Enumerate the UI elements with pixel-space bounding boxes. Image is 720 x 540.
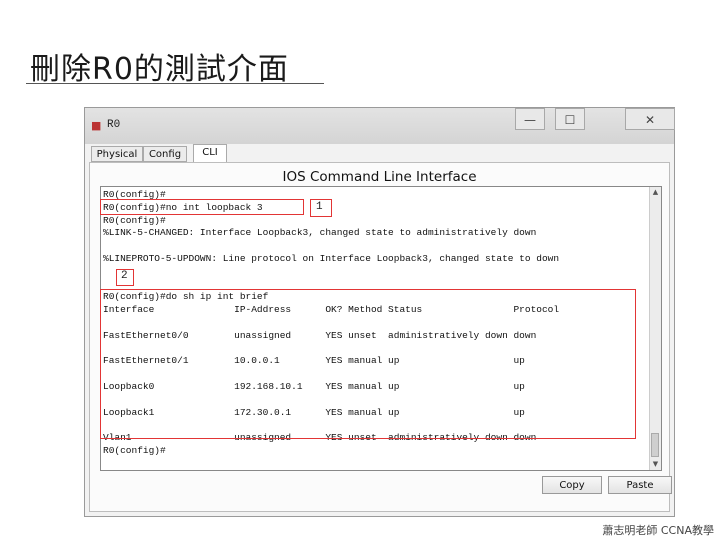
tab-physical[interactable]: Physical	[91, 146, 143, 162]
scroll-up-arrow-icon[interactable]: ▲	[650, 187, 661, 198]
paste-button[interactable]: Paste	[608, 476, 672, 494]
terminal-line: R0(config)#	[103, 445, 166, 456]
slide-title: 刪除R0的測試介面	[30, 52, 289, 87]
router-window: ■ R0 — ☐ ✕ Physical Config CLI IOS Comma…	[84, 107, 675, 517]
window-titlebar[interactable]: ■ R0 — ☐ ✕	[85, 108, 675, 144]
router-icon: ■	[91, 119, 102, 132]
maximize-button[interactable]: ☐	[555, 108, 585, 130]
terminal-line: %LINEPROTO-5-UPDOWN: Line protocol on In…	[103, 253, 560, 264]
panel-heading: IOS Command Line Interface	[282, 169, 477, 185]
title-underline	[26, 83, 324, 84]
scroll-thumb[interactable]	[651, 433, 659, 457]
cli-panel: IOS Command Line Interface R0(config)# R0…	[89, 162, 672, 512]
terminal-line: %LINK-5-CHANGED: Interface Loopback3, ch…	[103, 227, 537, 239]
highlight-box-command	[100, 199, 304, 215]
window-title: R0	[107, 119, 121, 131]
annotation-marker-2: 2	[121, 270, 128, 282]
copy-button[interactable]: Copy	[542, 476, 602, 494]
annotation-marker-1: 1	[316, 201, 323, 213]
highlight-box-output	[100, 289, 636, 439]
terminal-line: R0(config)#	[103, 214, 166, 226]
tab-config[interactable]: Config	[143, 146, 187, 162]
terminal-scrollbar[interactable]: ▲ ▼	[649, 187, 661, 470]
scroll-down-arrow-icon[interactable]: ▼	[650, 459, 661, 470]
close-button[interactable]: ✕	[625, 108, 675, 130]
footer-credit: 蕭志明老師 CCNA教學	[602, 524, 714, 537]
tab-cli[interactable]: CLI	[193, 144, 227, 162]
minimize-button[interactable]: —	[515, 108, 545, 130]
